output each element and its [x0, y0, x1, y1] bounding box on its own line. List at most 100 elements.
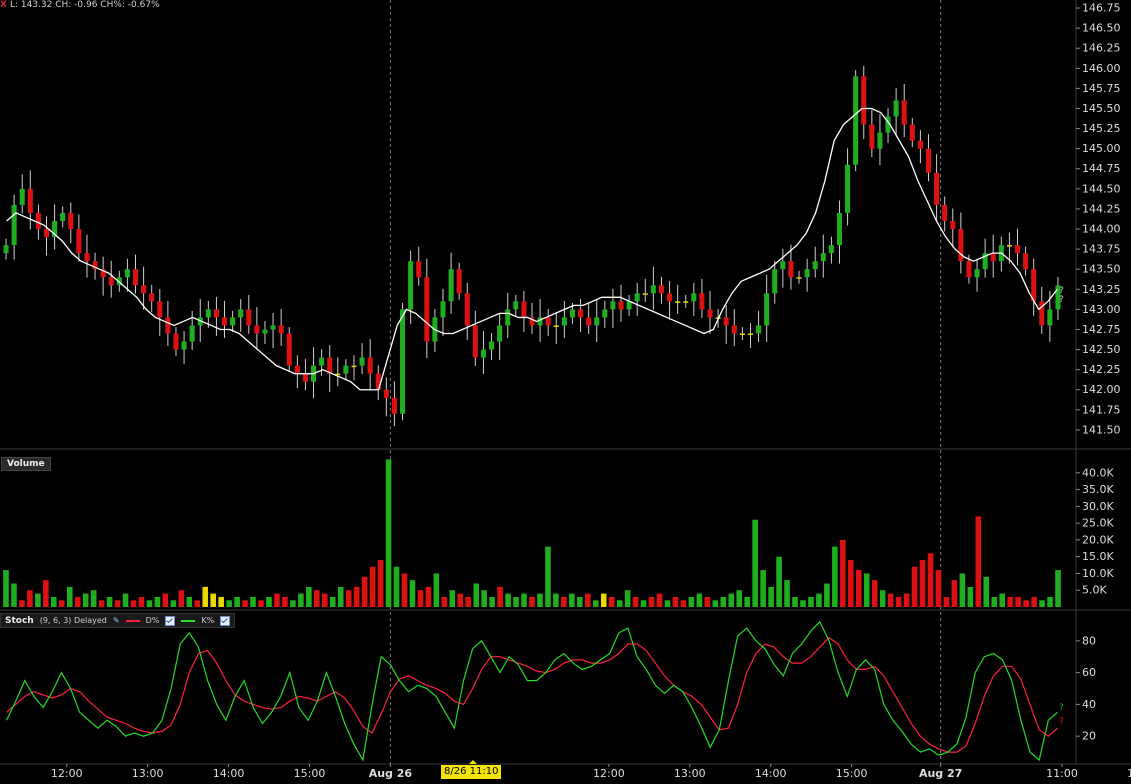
candle-body[interactable]: [723, 317, 729, 326]
candle-body[interactable]: [270, 325, 276, 330]
candle-body[interactable]: [35, 212, 41, 230]
volume-bar[interactable]: [752, 519, 758, 607]
volume-bar[interactable]: [210, 593, 216, 607]
volume-bar[interactable]: [800, 600, 806, 607]
volume-bar[interactable]: [202, 586, 209, 607]
volume-bar[interactable]: [51, 596, 57, 607]
candle-body[interactable]: [3, 245, 9, 254]
candle-body[interactable]: [893, 100, 899, 117]
stoch-k-line[interactable]: [6, 620, 1058, 762]
volume-bar[interactable]: [577, 596, 583, 607]
candle-body[interactable]: [764, 293, 770, 326]
candle-body[interactable]: [222, 317, 228, 326]
volume-bar[interactable]: [58, 600, 65, 607]
volume-bar[interactable]: [935, 570, 942, 607]
candle-body[interactable]: [586, 317, 592, 326]
candle-body[interactable]: [408, 261, 414, 310]
volume-bar[interactable]: [1031, 596, 1037, 607]
volume-bar[interactable]: [983, 576, 990, 607]
candle-body[interactable]: [618, 301, 624, 310]
volume-bar[interactable]: [130, 600, 137, 607]
candle-body[interactable]: [173, 333, 179, 350]
volume-bar[interactable]: [736, 590, 743, 607]
volume-bar[interactable]: [417, 590, 424, 607]
volume-bar[interactable]: [895, 596, 902, 607]
volume-bar[interactable]: [521, 593, 527, 607]
candle-body[interactable]: [1014, 245, 1021, 254]
volume-bar[interactable]: [425, 586, 432, 607]
volume-bar[interactable]: [624, 590, 631, 607]
candle-body[interactable]: [489, 341, 495, 350]
volume-bar[interactable]: [505, 593, 511, 607]
volume-bar[interactable]: [744, 596, 750, 607]
volume-bar[interactable]: [648, 596, 655, 607]
volume-bar[interactable]: [274, 593, 280, 607]
volume-bar[interactable]: [481, 590, 487, 607]
volume-bar[interactable]: [74, 596, 81, 607]
volume-bar[interactable]: [616, 600, 623, 607]
candle-body[interactable]: [124, 269, 130, 278]
price-panel[interactable]: ??: [3, 65, 1064, 427]
candle-body[interactable]: [513, 301, 519, 310]
volume-bar[interactable]: [441, 596, 448, 607]
volume-bar[interactable]: [712, 600, 719, 607]
volume-bar[interactable]: [218, 596, 224, 607]
candle-body[interactable]: [909, 124, 915, 141]
candle-body[interactable]: [950, 220, 956, 230]
volume-bar[interactable]: [704, 596, 711, 607]
candle-body[interactable]: [699, 293, 705, 310]
candle-body[interactable]: [302, 373, 308, 382]
candle-body[interactable]: [747, 333, 753, 335]
volume-bar[interactable]: [840, 539, 846, 607]
volume-bar[interactable]: [696, 593, 703, 607]
volume-bar[interactable]: [178, 590, 185, 607]
volume-bar[interactable]: [226, 600, 232, 607]
volume-bar[interactable]: [592, 600, 599, 607]
volume-bar[interactable]: [154, 596, 161, 607]
volume-bar[interactable]: [465, 596, 472, 607]
volume-bar[interactable]: [11, 583, 17, 607]
volume-bar[interactable]: [122, 593, 129, 607]
candle-body[interactable]: [165, 317, 171, 334]
volume-bar[interactable]: [170, 600, 177, 607]
candle-body[interactable]: [497, 325, 503, 342]
volume-bar[interactable]: [306, 586, 312, 607]
volume-bar[interactable]: [409, 580, 416, 607]
volume-bar[interactable]: [951, 580, 958, 607]
volume-bar[interactable]: [1007, 596, 1013, 607]
volume-bar[interactable]: [186, 596, 193, 607]
volume-bar[interactable]: [106, 596, 113, 607]
candle-body[interactable]: [383, 389, 389, 398]
volume-bar[interactable]: [943, 596, 950, 607]
volume-bar[interactable]: [497, 586, 503, 607]
candle-body[interactable]: [731, 325, 737, 334]
volume-bar[interactable]: [66, 586, 73, 607]
candle-body[interactable]: [424, 277, 430, 342]
volume-bar[interactable]: [545, 546, 551, 607]
candle-body[interactable]: [642, 293, 648, 295]
volume-bar[interactable]: [887, 593, 894, 607]
volume-bar[interactable]: [1047, 596, 1053, 607]
volume-bar[interactable]: [600, 593, 607, 607]
volume-bar[interactable]: [98, 600, 105, 607]
volume-bar[interactable]: [999, 593, 1006, 607]
candle-body[interactable]: [658, 285, 664, 294]
candle-body[interactable]: [27, 188, 33, 213]
candle-body[interactable]: [683, 301, 689, 303]
candle-body[interactable]: [845, 164, 851, 213]
volume-bar[interactable]: [290, 600, 296, 607]
volume-bar[interactable]: [43, 580, 49, 607]
candle-body[interactable]: [343, 365, 349, 374]
volume-bar[interactable]: [449, 590, 456, 607]
volume-bar[interactable]: [369, 566, 376, 607]
candle-body[interactable]: [68, 212, 74, 230]
candle-body[interactable]: [416, 261, 422, 278]
candle-body[interactable]: [464, 293, 470, 326]
candle-body[interactable]: [472, 325, 478, 358]
volume-bar[interactable]: [808, 596, 814, 607]
candle-body[interactable]: [84, 253, 90, 262]
volume-bar[interactable]: [1039, 600, 1045, 607]
candle-body[interactable]: [400, 309, 406, 414]
candle-body[interactable]: [780, 261, 786, 270]
volume-bar[interactable]: [848, 560, 854, 607]
